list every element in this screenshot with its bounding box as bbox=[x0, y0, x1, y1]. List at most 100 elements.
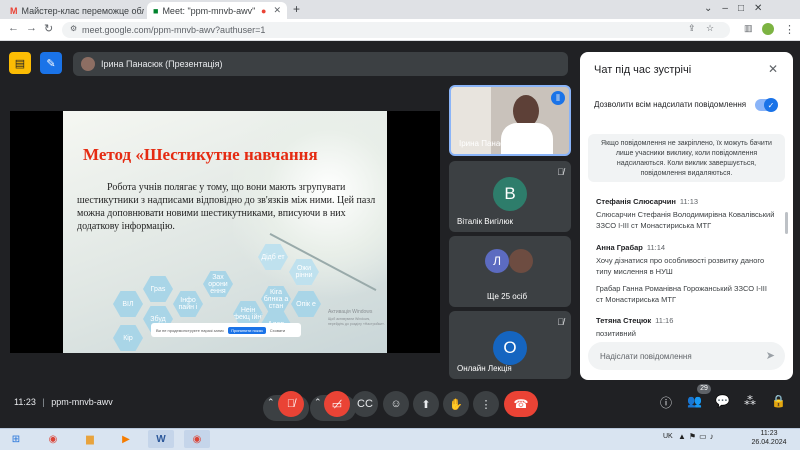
more-options-button[interactable]: ⋮ bbox=[473, 391, 499, 417]
sidebar-icon[interactable]: ▥ bbox=[744, 23, 753, 34]
recording-dot-icon: ● bbox=[261, 5, 267, 16]
emoji-button[interactable]: ☺ bbox=[383, 391, 409, 417]
tab-title: Майстер-клас переможце обл bbox=[21, 5, 145, 16]
chat-title: Чат під час зустрічі bbox=[594, 64, 692, 76]
popup-text: Ви не продемонструєте наразі запис bbox=[156, 327, 225, 333]
chrome-active-icon[interactable]: ◉ bbox=[184, 430, 210, 448]
chevron-up-icon[interactable]: ⌃ bbox=[314, 397, 322, 408]
url-field[interactable]: ⚙ meet.google.com/ppm-mnvb-awv?authuser=… bbox=[62, 22, 730, 38]
chevron-up-icon[interactable]: ⌃ bbox=[267, 397, 275, 408]
back-icon[interactable]: ← bbox=[8, 22, 19, 34]
toggle-label: Дозволити всім надсилати повідомлення bbox=[594, 100, 747, 109]
chat-panel: Чат під час зустрічі ✕ Дозволити всім на… bbox=[580, 52, 793, 380]
folder-icon[interactable]: ▆ bbox=[77, 430, 103, 448]
meeting-time: 11:23 bbox=[14, 397, 36, 407]
camera-off-icon: ▭̸ bbox=[331, 398, 343, 411]
url-text: meet.google.com/ppm-mnvb-awv?authuser=1 bbox=[82, 25, 266, 35]
participant-tile[interactable]: 🎙̸ В Віталік Вигілюк bbox=[449, 161, 571, 232]
hide-button[interactable]: Сховати bbox=[270, 328, 285, 333]
hand-icon: ✋ bbox=[449, 398, 463, 411]
chat-input[interactable]: Надіслати повідомлення ➤ bbox=[588, 342, 785, 370]
chat-scrollbar[interactable] bbox=[785, 212, 788, 234]
close-icon[interactable]: ✕ bbox=[768, 62, 778, 76]
app-icon-2[interactable]: ✎ bbox=[40, 52, 62, 74]
site-info-icon[interactable]: ⚙ bbox=[70, 24, 77, 33]
hex: Інфо пайн і bbox=[173, 291, 203, 317]
chat-message: Тетяна Стецюк 11:16 позитивний bbox=[596, 316, 776, 339]
slide-title: Метод «Шестикутне навчання bbox=[83, 145, 318, 164]
camera-off-button[interactable]: ▭̸ bbox=[324, 391, 350, 417]
close-icon[interactable]: ✕ bbox=[273, 5, 281, 16]
tab-title: Meet: "ppm-mnvb-awv" bbox=[162, 5, 256, 16]
message-text: Слюсарчин Стефанія Володимирівна Ковалів… bbox=[596, 210, 775, 230]
chat-icon[interactable]: 💬 bbox=[715, 394, 730, 408]
participant-tile[interactable]: 🎙̸ О Онлайн Лекція bbox=[449, 311, 571, 379]
media-player-icon[interactable]: ▶ bbox=[113, 430, 139, 448]
message-text: Грабар Ганна Романівна Горожанський ЗЗСО… bbox=[596, 284, 767, 304]
chat-message: Анна Грабар 11:14 Хочу дізнатися про особ… bbox=[596, 243, 776, 277]
message-text: Хочу дізнатися про особливості розвитку … bbox=[596, 256, 765, 276]
participant-tile-more[interactable]: Л Ще 25 осіб bbox=[449, 236, 571, 307]
avatar: Л bbox=[485, 249, 509, 273]
clock[interactable]: 11:23 26.04.2024 bbox=[746, 429, 792, 447]
hang-up-icon: ☎ bbox=[513, 397, 529, 411]
mic-off-button[interactable]: 🎙̸ bbox=[278, 391, 304, 417]
presentation-bar: Ірина Панасюк (Презентація) bbox=[73, 52, 568, 76]
chat-info-note: Якщо повідомлення не закріплено, їх можу… bbox=[588, 134, 785, 182]
share-icon[interactable]: ⇪ bbox=[688, 23, 696, 34]
people-count-badge: 29 bbox=[697, 384, 711, 394]
word-icon[interactable]: W bbox=[148, 430, 174, 448]
raise-hand-button[interactable]: ✋ bbox=[443, 391, 469, 417]
message-author: Стефанія Слюсарчин bbox=[596, 197, 676, 206]
tab-meet[interactable]: ■ Meet: "ppm-mnvb-awv" ● ✕ bbox=[147, 2, 287, 19]
gmail-icon: M bbox=[10, 5, 18, 16]
more-vert-icon: ⋮ bbox=[480, 398, 492, 411]
participant-name: Ірина Панасюк bbox=[459, 139, 514, 148]
leave-call-button[interactable]: ☎ bbox=[504, 391, 538, 417]
chrome-icon[interactable]: ◉ bbox=[40, 430, 66, 448]
stop-sharing-button[interactable]: Припинити показ bbox=[228, 326, 266, 334]
new-tab-icon[interactable]: + bbox=[293, 2, 300, 16]
message-author: Анна Грабар bbox=[596, 243, 643, 252]
profile-avatar[interactable] bbox=[762, 23, 774, 35]
avatar: В bbox=[493, 177, 527, 211]
chat-input-placeholder: Надіслати повідомлення bbox=[600, 351, 692, 361]
clock-time: 11:23 bbox=[760, 430, 778, 437]
window-controls[interactable]: ⌄–□✕ bbox=[704, 3, 772, 14]
present-button[interactable]: ⬆ bbox=[413, 391, 439, 417]
language-indicator[interactable]: UK bbox=[663, 433, 673, 440]
avatar-photo bbox=[509, 249, 533, 273]
presenter-avatar bbox=[81, 57, 95, 71]
windows-activation-sub: Щоб активувати Windows, перейдіть до роз… bbox=[328, 317, 385, 326]
send-icon[interactable]: ➤ bbox=[766, 349, 775, 362]
reload-icon[interactable]: ↻ bbox=[44, 22, 53, 35]
menu-dots-icon[interactable]: ⋮ bbox=[784, 23, 795, 36]
captions-button[interactable]: CC bbox=[352, 391, 378, 417]
mic-off-icon: 🎙̸ bbox=[557, 317, 564, 327]
avatar: О bbox=[493, 331, 527, 365]
tray-icons[interactable]: ▲⚑▭♪ bbox=[678, 432, 717, 441]
forward-icon[interactable]: → bbox=[26, 22, 37, 34]
host-controls-icon[interactable]: 🔒 bbox=[771, 394, 786, 408]
presenter-label: Ірина Панасюк (Презентація) bbox=[101, 59, 223, 69]
clock-date: 26.04.2024 bbox=[751, 439, 787, 446]
present-icon: ⬆ bbox=[421, 398, 431, 411]
activities-icon[interactable]: ⁂ bbox=[744, 394, 756, 408]
app-icon-1[interactable]: ▤ bbox=[9, 52, 31, 74]
mic-off-icon: 🎙̸ bbox=[557, 167, 564, 177]
captions-icon: CC bbox=[357, 398, 373, 410]
participant-name: Ще 25 осіб bbox=[487, 292, 528, 301]
hex: Кір bbox=[113, 325, 143, 351]
participant-tile-video[interactable]: ⦀ Ірина Панасюк bbox=[449, 85, 571, 156]
check-icon: ✓ bbox=[764, 98, 778, 112]
message-time: 11:13 bbox=[679, 197, 699, 206]
people-icon[interactable]: 👥 bbox=[687, 394, 702, 408]
info-icon[interactable]: ⓘ bbox=[660, 394, 672, 411]
participant-name: Віталік Вигілюк bbox=[457, 217, 513, 226]
allow-messages-toggle[interactable]: ✓ bbox=[755, 98, 778, 112]
chat-message: Грабар Ганна Романівна Горожанський ЗЗСО… bbox=[596, 280, 776, 305]
bookmark-star-icon[interactable]: ☆ bbox=[706, 23, 714, 34]
tab-gmail[interactable]: M Майстер-клас переможце обл ✕ bbox=[4, 2, 144, 19]
message-time: 11:14 bbox=[646, 243, 666, 252]
start-button[interactable]: ⊞ bbox=[4, 430, 28, 448]
